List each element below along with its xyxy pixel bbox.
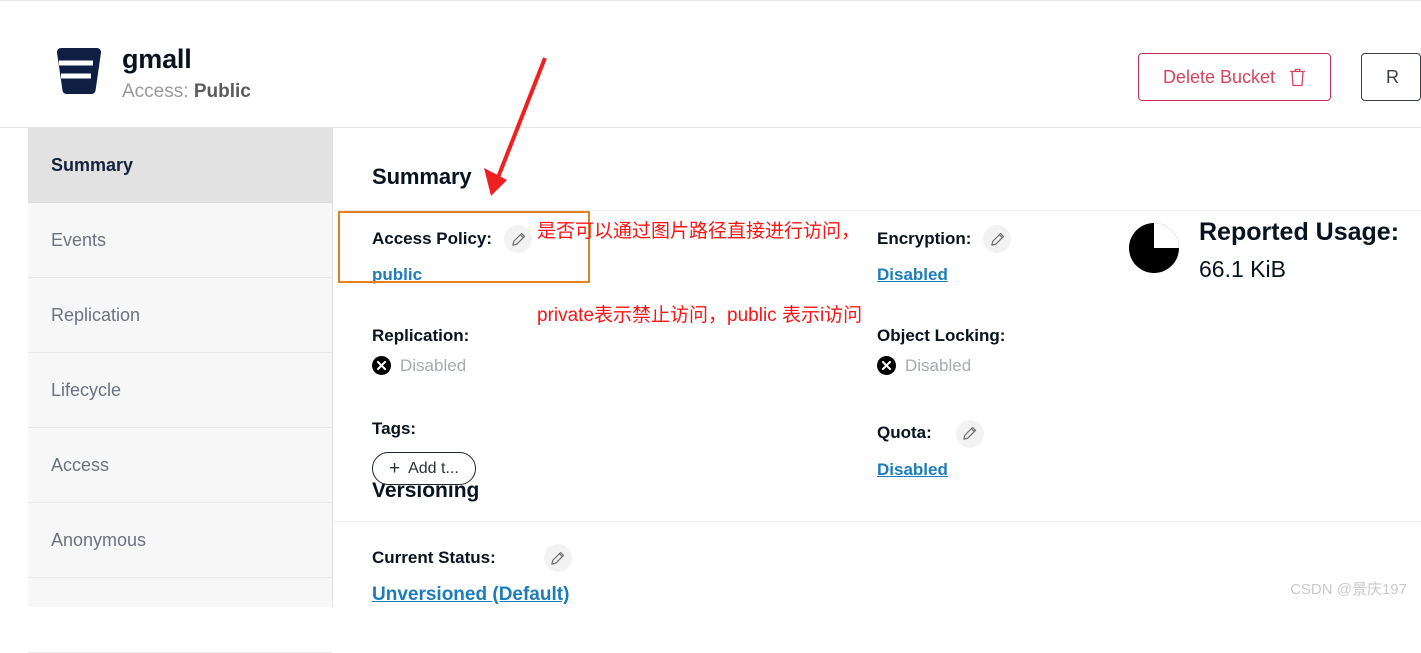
replication-field: Replication: Disabled: [372, 326, 532, 376]
sidebar-item-summary[interactable]: Summary: [28, 128, 332, 203]
secondary-action-button[interactable]: R: [1361, 53, 1421, 101]
object-locking-field: Object Locking: Disabled: [877, 326, 1011, 376]
reported-usage-text-block: Reported Usage: 66.1 KiB: [1199, 218, 1400, 283]
bucket-access-prefix: Access:: [122, 81, 194, 103]
pie-chart-icon: [1129, 223, 1179, 273]
tags-label: Tags:: [372, 418, 417, 438]
access-policy-label-row: Access Policy:: [372, 225, 533, 253]
access-policy-label: Access Policy:: [372, 228, 493, 248]
edit-versioning-button[interactable]: [543, 544, 572, 572]
delete-bucket-button[interactable]: Delete Bucket: [1137, 53, 1331, 101]
edit-quota-button[interactable]: [955, 419, 984, 448]
reported-usage-value: 66.1 KiB: [1199, 255, 1286, 282]
bucket-access-value: Public: [193, 81, 251, 103]
encryption-field: Encryption: Disabled: [877, 225, 1012, 285]
trash-icon: [1289, 68, 1306, 86]
sidebar-item-label: Access: [51, 454, 110, 475]
header-actions: Delete Bucket R: [1137, 28, 1421, 101]
page-title: Summary: [372, 164, 472, 189]
delete-bucket-label: Delete Bucket: [1162, 66, 1275, 87]
current-status-label-row: Current Status:: [372, 544, 1421, 572]
quota-value[interactable]: Disabled: [877, 460, 948, 480]
pencil-icon: [963, 427, 977, 440]
object-locking-label: Object Locking:: [877, 326, 1006, 345]
current-status-value[interactable]: Unversioned (Default): [372, 584, 569, 606]
edit-access-policy-button[interactable]: [504, 225, 533, 253]
plus-icon: +: [389, 458, 401, 480]
quota-label-row: Quota:: [877, 419, 1011, 448]
bucket-name: gmall: [122, 44, 192, 74]
summary-column-left: Access Policy: public Replication: Disab…: [372, 225, 533, 486]
sidebar-item-label: Events: [51, 229, 107, 250]
replication-status-text: Disabled: [400, 355, 467, 375]
sidebar-item-access[interactable]: Access: [28, 428, 332, 503]
quota-field: Quota: Disabled: [877, 419, 1011, 480]
top-hairline: [0, 0, 1421, 1]
bucket-text-block: gmall Access: Public: [122, 42, 251, 104]
encryption-value[interactable]: Disabled: [877, 265, 948, 285]
bucket-icon: [55, 47, 102, 95]
sidebar-item-label: Lifecycle: [51, 379, 122, 400]
object-locking-status-text: Disabled: [905, 355, 972, 375]
x-circle-icon: [372, 356, 391, 376]
secondary-action-label: R: [1386, 66, 1399, 87]
pencil-icon: [991, 232, 1005, 246]
object-locking-status: Disabled: [877, 356, 1011, 376]
sidebar: Summary Events Replication Lifecycle Acc…: [28, 128, 333, 653]
add-tag-label: Add t...: [408, 459, 459, 477]
access-policy-value[interactable]: public: [372, 265, 422, 285]
replication-status: Disabled: [372, 356, 532, 376]
sidebar-item-lifecycle[interactable]: Lifecycle: [28, 353, 332, 428]
tags-field: Tags: + Add t...: [372, 418, 532, 486]
sidebar-item-events[interactable]: Events: [28, 203, 332, 278]
sidebar-item-label: Summary: [51, 154, 134, 175]
sidebar-item-label: Replication: [51, 304, 141, 325]
replication-label: Replication:: [372, 326, 470, 345]
access-policy-field: Access Policy: public: [372, 225, 533, 285]
reported-usage-label: Reported Usage:: [1199, 218, 1400, 246]
current-status-field: Current Status: Unversioned (Default): [334, 522, 1421, 606]
sidebar-item-replication[interactable]: Replication: [28, 278, 332, 353]
quota-label: Quota:: [877, 423, 932, 443]
summary-grid: Access Policy: public Replication: Disab…: [334, 211, 1421, 511]
encryption-label-row: Encryption:: [877, 225, 1012, 253]
page-header: gmall Access: Public Delete Bucket R: [0, 28, 1421, 127]
main-content: Summary Access Policy: public Replicatio…: [334, 128, 1421, 607]
x-circle-icon: [877, 356, 896, 376]
sidebar-item-label: Anonymous: [51, 529, 147, 550]
bucket-access: Access: Public: [122, 81, 251, 104]
current-status-label: Current Status:: [372, 547, 496, 567]
pencil-icon: [551, 551, 565, 565]
edit-encryption-button[interactable]: [983, 225, 1012, 253]
sidebar-item-partial[interactable]: [28, 578, 332, 653]
summary-column-right: Reported Usage: 66.1 KiB: [1129, 218, 1400, 283]
add-tag-button[interactable]: + Add t...: [372, 452, 476, 486]
reported-usage-field: Reported Usage: 66.1 KiB: [1129, 218, 1400, 283]
pencil-icon: [511, 232, 525, 246]
sidebar-item-anonymous[interactable]: Anonymous: [28, 503, 332, 578]
encryption-label: Encryption:: [877, 228, 972, 248]
bucket-identity: gmall Access: Public: [0, 28, 251, 104]
summary-column-middle: Encryption: Disabled Object Locking: Dis…: [877, 225, 1012, 480]
